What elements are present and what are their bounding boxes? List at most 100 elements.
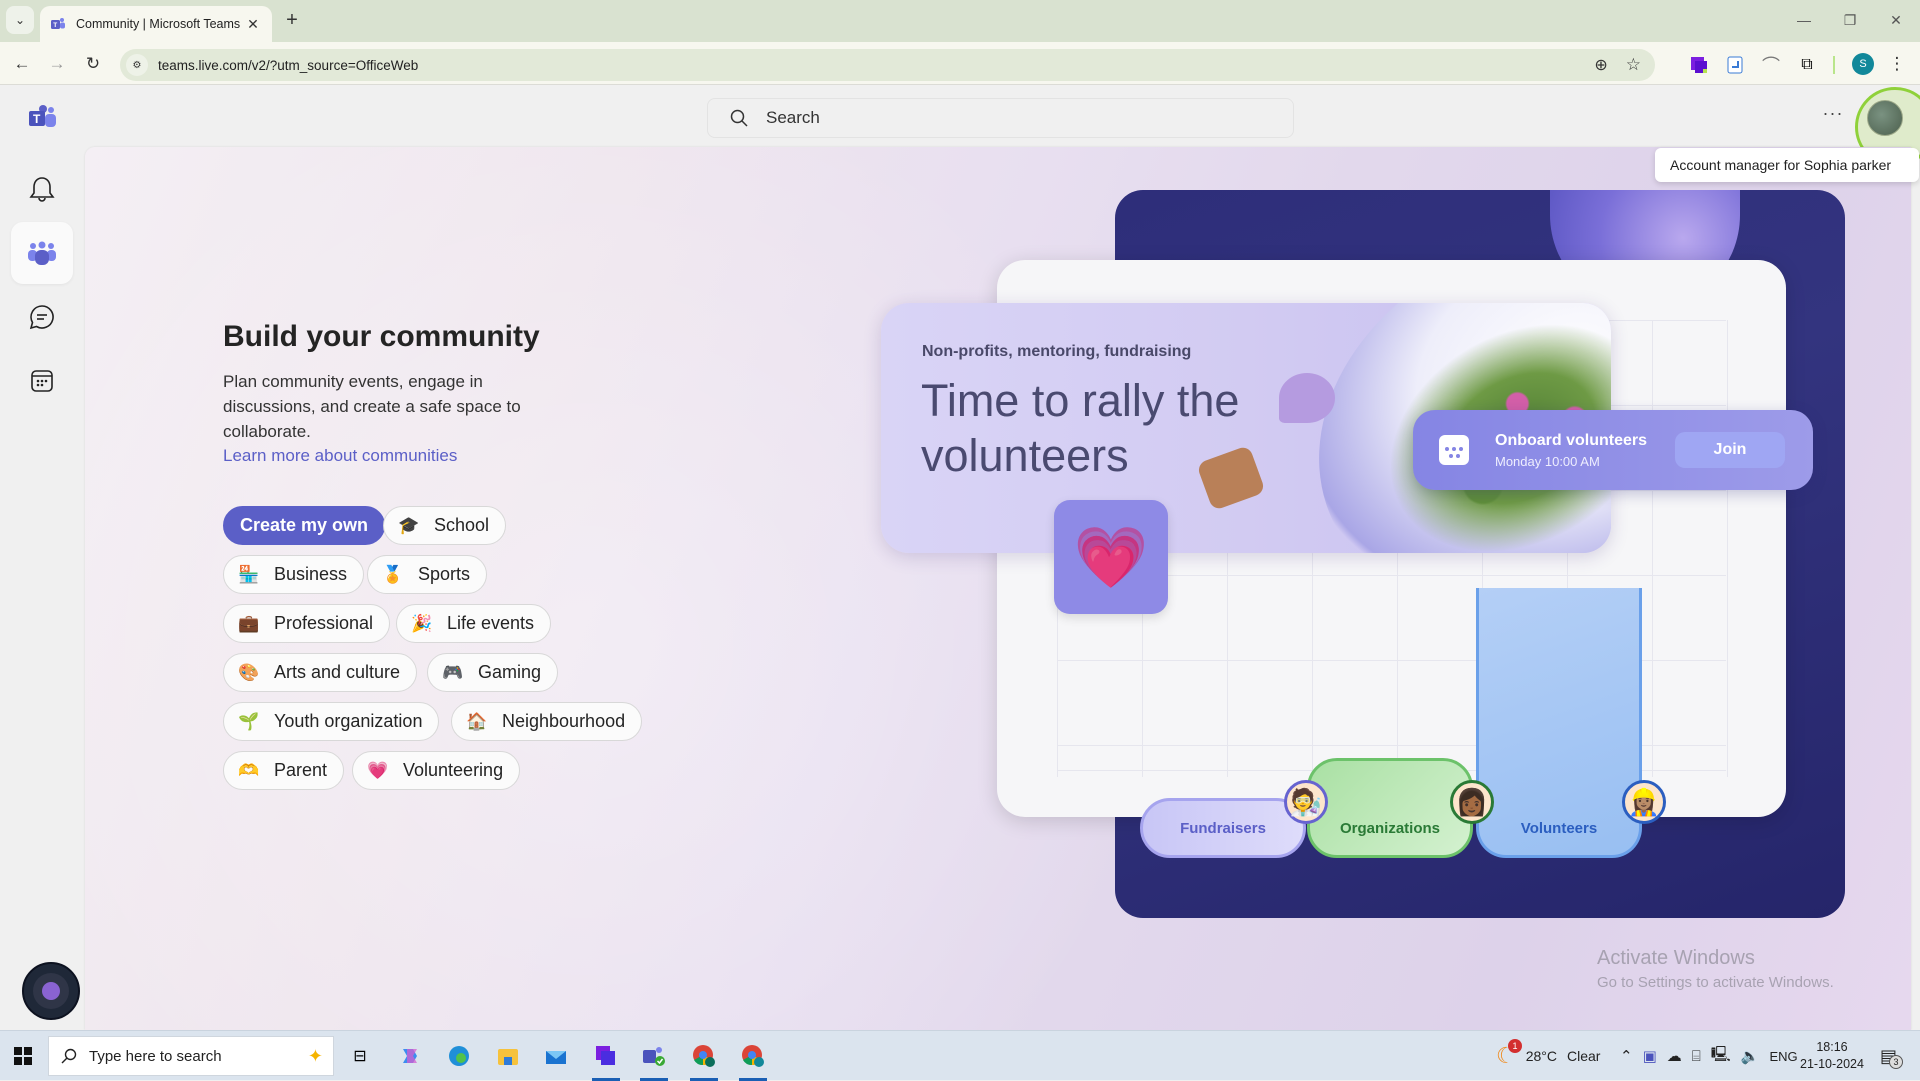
forward-button[interactable]: →	[44, 51, 70, 77]
chip-label: Parent	[274, 760, 328, 780]
group-fundraisers: Fundraisers	[1140, 798, 1306, 858]
chip-school[interactable]: 🎓 School	[383, 506, 507, 545]
notification-center-button[interactable]: ▤ 3	[1880, 1031, 1903, 1081]
restore-button[interactable]: ❐	[1830, 8, 1870, 32]
copilot-icon[interactable]	[392, 1039, 428, 1073]
app-rail: T	[0, 86, 85, 1030]
weather-temp: 28°C	[1525, 1048, 1558, 1064]
mail-icon[interactable]	[538, 1039, 574, 1073]
weather-moon-icon: ☾ 1	[1496, 1039, 1522, 1069]
recording-indicator-button[interactable]	[22, 962, 80, 1020]
taskbar-search-placeholder: Type here to search	[89, 1047, 222, 1065]
group-label: Volunteers	[1520, 820, 1598, 837]
zoom-icon[interactable]: ⊕	[1594, 55, 1607, 75]
chip-youth-organization[interactable]: 🌱 Youth organization	[223, 702, 440, 741]
power-automate-extension-icon[interactable]	[1688, 54, 1710, 76]
chip-volunteering[interactable]: 💗 Volunteering	[352, 751, 521, 790]
graduation-cap-icon: 🎓	[398, 515, 420, 535]
group-organizations: Organizations	[1307, 758, 1473, 858]
weather-widget[interactable]: ☾ 1 28°C Clear	[1496, 1031, 1600, 1081]
tab-close-icon[interactable]: ✕	[244, 16, 262, 33]
event-title: Onboard volunteers	[1495, 431, 1648, 449]
chip-label: Arts and culture	[274, 662, 401, 682]
address-bar[interactable]: ⚙ teams.live.com/v2/?utm_source=OfficeWe…	[120, 49, 1655, 81]
back-button[interactable]: ←	[9, 51, 35, 77]
chat-icon	[29, 305, 54, 330]
weather-badge: 1	[1508, 1039, 1522, 1053]
network-icon[interactable]: 🖳	[1711, 1044, 1731, 1069]
rail-item-calendar[interactable]	[11, 350, 73, 412]
join-button: Join	[1675, 432, 1785, 468]
record-icon	[33, 973, 69, 1009]
chip-label: Life events	[447, 613, 535, 633]
tab-title: Community | Microsoft Teams	[76, 17, 241, 31]
rail-item-chat[interactable]	[11, 286, 73, 348]
more-options-button[interactable]: ···	[1818, 104, 1848, 128]
teams-header: Search ···	[0, 86, 1920, 147]
tab-search-button[interactable]: ⌄	[6, 6, 34, 34]
chip-parent[interactable]: 🫶 Parent	[223, 751, 345, 790]
chip-gaming[interactable]: 🎮 Gaming	[427, 653, 559, 692]
toolbar-divider	[1833, 56, 1835, 74]
chat-bubble-icon	[1279, 373, 1335, 423]
bookmark-star-icon[interactable]: ☆	[1626, 55, 1641, 75]
minimize-button[interactable]: —	[1784, 8, 1824, 32]
group-volunteers: Volunteers	[1476, 588, 1642, 858]
browser-tab-active[interactable]: T Community | Microsoft Teams ✕	[40, 6, 272, 42]
language-indicator[interactable]: ENG	[1769, 1049, 1797, 1064]
chrome-profile-a-icon[interactable]	[686, 1039, 722, 1081]
heart-icon: 💗	[1054, 500, 1168, 614]
chip-business[interactable]: 🏪 Business	[223, 555, 365, 594]
chevron-up-icon[interactable]: ⌃	[1620, 1047, 1633, 1065]
windows-start-icon[interactable]	[8, 1041, 38, 1071]
learn-more-link[interactable]: Learn more about communities	[223, 446, 457, 466]
chip-life-events[interactable]: 🎉 Life events	[396, 604, 552, 643]
search-icon	[61, 1048, 77, 1064]
profile-avatar-button[interactable]: S	[1852, 53, 1874, 75]
chrome-profile-s-icon[interactable]	[735, 1039, 771, 1081]
clock-date: 21-10-2024	[1800, 1057, 1864, 1071]
edge-icon[interactable]	[441, 1039, 477, 1073]
briefcase-icon: 💼	[238, 613, 260, 633]
volume-icon[interactable]: 🔈	[1741, 1047, 1760, 1065]
search-input[interactable]: Search	[707, 98, 1294, 138]
svg-text:T: T	[33, 112, 41, 126]
clock[interactable]: 18:16 21-10-2024	[1800, 1031, 1864, 1081]
reload-button[interactable]: ↻	[80, 51, 106, 77]
browser-menu-icon[interactable]: ⋮	[1884, 51, 1910, 77]
rail-item-activity[interactable]	[11, 158, 73, 220]
watermark-title: Activate Windows	[1597, 947, 1755, 969]
url-text[interactable]: teams.live.com/v2/?utm_source=OfficeWeb	[158, 58, 418, 73]
seedling-icon: 🌱	[238, 711, 260, 731]
promo-tag: Non-profits, mentoring, fundraising	[922, 343, 1192, 360]
file-explorer-icon[interactable]	[490, 1039, 526, 1073]
extensions-puzzle-icon[interactable]: ⧉	[1796, 54, 1818, 76]
search-placeholder: Search	[766, 108, 820, 127]
teams-logo-icon[interactable]: T	[29, 105, 57, 134]
task-view-icon[interactable]: ⊟	[342, 1039, 378, 1073]
site-info-icon[interactable]: ⚙	[126, 54, 148, 76]
chip-neighbourhood[interactable]: 🏠 Neighbourhood	[451, 702, 643, 741]
chip-professional[interactable]: 💼 Professional	[223, 604, 391, 643]
teams-tray-icon[interactable]: ▣	[1643, 1047, 1657, 1065]
person-avatar-woman: 👩🏾	[1450, 780, 1494, 824]
arc-extension-icon[interactable]: ⌒	[1760, 54, 1782, 76]
rail-item-communities[interactable]	[11, 222, 73, 284]
power-automate-taskbar-icon[interactable]	[588, 1039, 624, 1081]
extension-icon[interactable]	[1724, 54, 1746, 76]
palette-icon: 🎨	[238, 662, 260, 682]
window-close-button[interactable]: ✕	[1876, 8, 1916, 32]
chip-arts-and-culture[interactable]: 🎨 Arts and culture	[223, 653, 418, 692]
glowing-heart-icon: 💗	[367, 760, 389, 780]
taskbar-search-input[interactable]: Type here to search ✦	[48, 1036, 334, 1076]
chip-label: Volunteering	[403, 760, 504, 780]
chip-sports[interactable]: 🏅 Sports	[367, 555, 488, 594]
group-label: Organizations	[1339, 820, 1440, 837]
camera-icon[interactable]: ⌸	[1692, 1048, 1701, 1065]
activate-windows-watermark: Activate Windows Go to Settings to activ…	[1597, 947, 1834, 991]
teams-taskbar-icon[interactable]	[636, 1039, 672, 1081]
new-tab-button[interactable]: +	[280, 8, 304, 32]
browser-tabstrip: ⌄ T Community | Microsoft Teams ✕ + — ❐ …	[0, 0, 1920, 42]
create-my-own-button[interactable]: Create my own	[223, 506, 386, 545]
onedrive-cloud-icon[interactable]: ☁	[1667, 1047, 1682, 1065]
